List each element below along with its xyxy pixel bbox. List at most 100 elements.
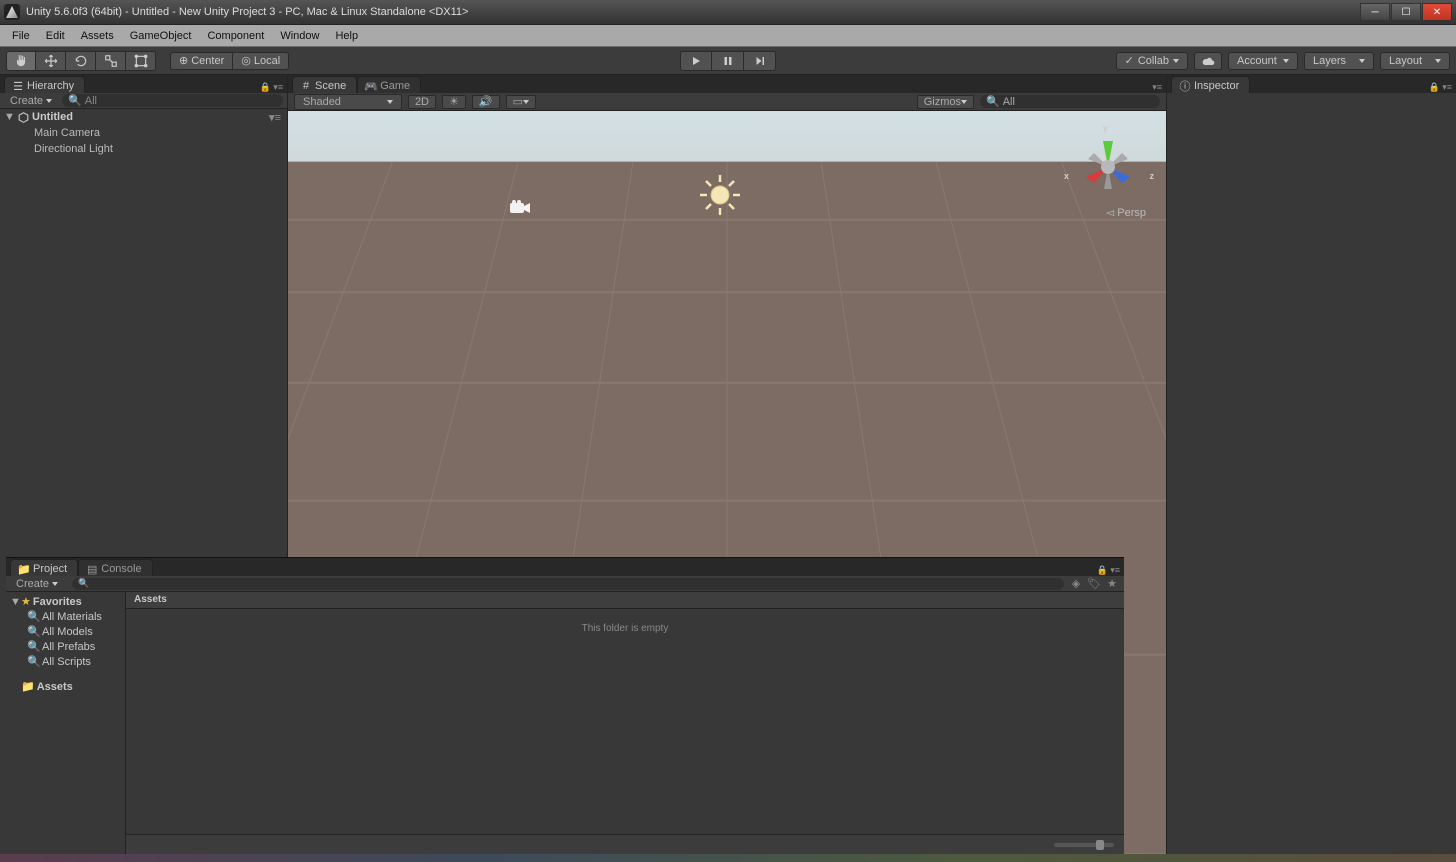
fx-dropdown[interactable]: ▭ (506, 95, 536, 109)
chevron-down-icon (961, 100, 967, 104)
window-controls: ─ ☐ ✕ (1360, 3, 1452, 21)
assets-folder[interactable]: 📁Assets (6, 679, 125, 694)
menu-gameobject[interactable]: GameObject (122, 27, 200, 45)
account-dropdown[interactable]: Account (1228, 52, 1298, 70)
center-icon: ⊕ (179, 54, 188, 67)
maximize-button[interactable]: ☐ (1391, 3, 1421, 21)
save-search-icon[interactable]: ★ (1104, 577, 1120, 591)
transform-tools (6, 51, 156, 71)
folder-icon: 📁 (21, 680, 35, 693)
chevron-down-icon (46, 99, 52, 103)
collab-dropdown[interactable]: ✓Collab (1116, 52, 1188, 70)
close-button[interactable]: ✕ (1422, 3, 1452, 21)
inspector-panel: ⓘInspector 🔒 ▾≡ (1166, 75, 1456, 854)
lighting-toggle[interactable]: ☀ (442, 95, 466, 109)
orientation-gizmo[interactable]: x y z (1068, 123, 1148, 213)
unity-logo-icon (4, 4, 20, 20)
project-tabstrip: 📁Project ▤Console 🔒 ▾≡ (6, 558, 1124, 576)
search-icon: 🔍 (78, 578, 89, 589)
project-panel: 📁Project ▤Console 🔒 ▾≡ Create 🔍 ◈ 🏷 ★ ▼★… (6, 557, 1124, 854)
project-create-dropdown[interactable]: Create (10, 578, 64, 590)
hand-tool[interactable] (6, 51, 36, 71)
favorite-item[interactable]: 🔍All Scripts (6, 654, 125, 669)
inspector-body (1167, 93, 1456, 101)
game-tab[interactable]: 🎮Game (357, 76, 421, 93)
filter-by-label-icon[interactable]: 🏷 (1086, 577, 1102, 591)
pivot-controls: ⊕Center ◎Local (170, 52, 289, 70)
search-icon: 🔍 (28, 610, 40, 623)
menu-assets[interactable]: Assets (73, 27, 122, 45)
search-icon: 🔍 (986, 95, 1000, 108)
scene-options-icon[interactable]: ▾≡ (269, 111, 287, 124)
chevron-down-icon (387, 100, 393, 104)
directional-light-gizmo-icon[interactable] (696, 171, 744, 219)
favorite-item[interactable]: 🔍All Models (6, 624, 125, 639)
thumbnail-size-slider[interactable] (1054, 843, 1114, 847)
menu-help[interactable]: Help (327, 27, 366, 45)
layers-dropdown[interactable]: Layers (1304, 52, 1374, 70)
pivot-center-button[interactable]: ⊕Center (170, 52, 233, 70)
menu-edit[interactable]: Edit (38, 27, 73, 45)
project-breadcrumb[interactable]: Assets (126, 592, 1124, 609)
hierarchy-item[interactable]: Directional Light (0, 141, 287, 157)
layout-dropdown[interactable]: Layout (1380, 52, 1450, 70)
move-tool[interactable] (36, 51, 66, 71)
rect-tool[interactable] (126, 51, 156, 71)
hierarchy-tab-options[interactable]: 🔒 ▾≡ (260, 82, 287, 93)
axis-z-label: z (1150, 171, 1155, 181)
chevron-down-icon (52, 582, 58, 586)
rotate-tool[interactable] (66, 51, 96, 71)
hierarchy-scene-row[interactable]: ▼ Untitled ▾≡ (0, 109, 287, 125)
hierarchy-search[interactable]: 🔍All (62, 94, 283, 107)
project-content: Assets This folder is empty (126, 592, 1124, 854)
filter-by-type-icon[interactable]: ◈ (1068, 577, 1084, 591)
axis-x-label: x (1064, 171, 1069, 181)
search-icon: 🔍 (28, 625, 40, 638)
pause-button[interactable] (712, 51, 744, 71)
step-button[interactable] (744, 51, 776, 71)
camera-gizmo-icon[interactable] (508, 199, 532, 217)
minimize-button[interactable]: ─ (1360, 3, 1390, 21)
favorite-item[interactable]: 🔍All Prefabs (6, 639, 125, 654)
chevron-down-icon (1359, 59, 1365, 63)
scene-control-bar: Shaded 2D ☀ 🔊 ▭ Gizmos 🔍All (288, 93, 1166, 111)
menu-component[interactable]: Component (199, 27, 272, 45)
project-tab[interactable]: 📁Project (10, 559, 78, 576)
project-empty-message: This folder is empty (126, 609, 1124, 834)
scene-icon: # (301, 81, 311, 91)
toolbar-right: ✓Collab Account Layers Layout (1116, 52, 1450, 70)
project-tab-options[interactable]: 🔒 ▾≡ (1097, 565, 1124, 576)
scene-tab-options[interactable]: ▾≡ (1152, 82, 1166, 93)
console-tab[interactable]: ▤Console (78, 559, 152, 576)
play-button[interactable] (680, 51, 712, 71)
menu-window[interactable]: Window (272, 27, 327, 45)
shading-mode-dropdown[interactable]: Shaded (294, 94, 402, 110)
hierarchy-tab[interactable]: ☰ Hierarchy (4, 76, 85, 93)
audio-toggle[interactable]: 🔊 (472, 95, 500, 109)
2d-toggle[interactable]: 2D (408, 95, 436, 109)
project-tree[interactable]: ▼★Favorites 🔍All Materials 🔍All Models 🔍… (6, 592, 126, 854)
favorites-header[interactable]: ▼★Favorites (6, 594, 125, 609)
unity-scene-icon (16, 110, 30, 124)
inspector-tab-options[interactable]: 🔒 ▾≡ (1429, 82, 1456, 93)
gizmos-dropdown[interactable]: Gizmos (917, 95, 974, 109)
project-search[interactable]: 🔍 (72, 578, 1064, 590)
chevron-down-icon (1283, 59, 1289, 63)
scene-search[interactable]: 🔍All (980, 95, 1160, 108)
pivot-local-button[interactable]: ◎Local (233, 52, 289, 70)
hierarchy-scene-name: Untitled (32, 111, 73, 123)
play-controls (680, 51, 776, 71)
menu-file[interactable]: File (4, 27, 38, 45)
project-footer (126, 834, 1124, 854)
expand-arrow-icon[interactable]: ▼ (4, 111, 14, 123)
inspector-icon: ⓘ (1180, 81, 1190, 91)
projection-label[interactable]: ◅Persp (1106, 206, 1146, 219)
inspector-tab[interactable]: ⓘInspector (1171, 76, 1250, 93)
scale-tool[interactable] (96, 51, 126, 71)
scene-tab[interactable]: #Scene (292, 76, 357, 93)
hierarchy-item[interactable]: Main Camera (0, 125, 287, 141)
hierarchy-create-dropdown[interactable]: Create (4, 95, 58, 107)
favorite-item[interactable]: 🔍All Materials (6, 609, 125, 624)
cloud-button[interactable] (1194, 52, 1222, 70)
scene-tabstrip: #Scene 🎮Game ▾≡ (288, 75, 1166, 93)
